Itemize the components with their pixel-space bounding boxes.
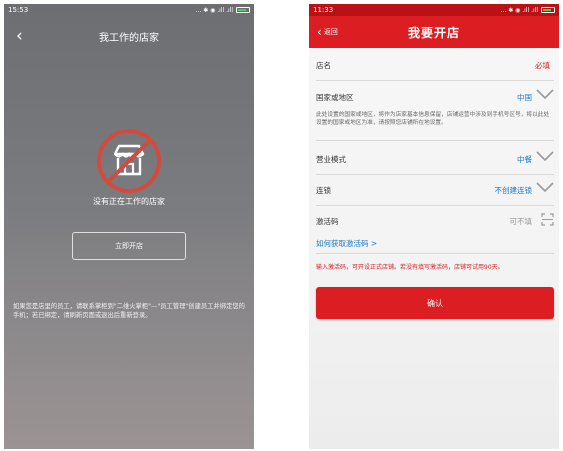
signal-icons: ... ✱ ◉ .ıll .ıll [195,6,233,14]
chevron-left-icon: ‹ [317,25,322,39]
nav-bar: ‹ 返回 我要开店 [309,16,559,48]
business-mode-value: 中餐 [517,155,532,164]
open-store-button[interactable]: 立即开店 [72,232,186,260]
divider [316,253,554,254]
country-value: 中国 [517,93,532,102]
chain-value: 不创建连锁 [494,186,533,195]
signal-icons: ... ✱ ◉ .ıll .ıll [500,6,538,14]
nav-bar: ‹ 我工作的店家 [4,24,254,48]
employee-hint-text: 如果您是店里的员工，请联系掌柜到"二维火掌柜"—"员工管理"创建员工并绑定您的手… [13,303,245,319]
open-store-screen: 11:33 ... ✱ ◉ .ıll .ıll ‹ 返回 我要开店 店名 必填 … [309,4,559,449]
divider [316,80,554,81]
chevron-down-icon [536,182,554,193]
store-name-placeholder: 必填 [535,61,550,70]
activation-code-placeholder: 可不填 [509,217,533,226]
how-to-get-code-link[interactable]: 如何获取激活码 > [316,238,377,249]
country-note: 此处设置的国家或地区，将作为店家基本信息保留，店铺运营中涉及到手机号区号，将以此… [316,112,550,126]
screenshot-root: 15:53 ... ✱ ◉ .ıll .ıll ‹ 我工作的店家 没有正在工作的… [0,0,563,451]
activation-warning: 输入激活码，可开设正式店铺。若没有填写激活码，店铺可试用90天。 [316,264,504,271]
status-icons: ... ✱ ◉ .ıll .ıll [501,7,555,14]
no-store-icon [97,129,161,193]
status-time: 11:33 [313,6,334,14]
country-label: 国家或地区 [316,93,354,102]
business-mode-label: 营业模式 [316,155,346,164]
activation-code-field[interactable]: 激活码 可不填 [316,213,554,226]
country-select[interactable]: 国家或地区 中国 [316,89,554,102]
battery-icon [236,7,250,13]
status-icons: ... ✱ ◉ .ıll .ıll [196,7,250,14]
scan-icon[interactable] [541,213,554,226]
chain-label: 连锁 [316,186,331,195]
battery-icon [541,7,555,13]
back-label: 返回 [323,28,338,36]
confirm-button[interactable]: 确认 [316,287,554,319]
status-bar: 15:53 ... ✱ ◉ .ıll .ıll [4,4,254,16]
status-time: 15:53 [8,6,29,14]
chevron-down-icon [536,89,554,100]
divider [316,174,554,175]
store-name-label: 店名 [316,61,331,70]
chevron-down-icon [536,151,554,162]
chain-select[interactable]: 连锁 不创建连锁 [316,182,554,195]
status-bar: 11:33 ... ✱ ◉ .ıll .ıll [309,4,559,16]
page-title: 我工作的店家 [99,32,159,44]
back-arrow-icon[interactable]: ‹ [16,26,23,46]
divider [316,140,554,141]
store-name-field[interactable]: 店名 必填 [316,60,554,70]
empty-state-text: 没有正在工作的店家 [93,197,165,206]
divider [316,205,554,206]
activation-code-label: 激活码 [316,217,339,226]
page-title: 我要开店 [407,25,460,40]
business-mode-select[interactable]: 营业模式 中餐 [316,151,554,164]
back-button[interactable]: ‹ 返回 [317,16,338,48]
my-stores-screen: 15:53 ... ✱ ◉ .ıll .ıll ‹ 我工作的店家 没有正在工作的… [4,4,254,449]
